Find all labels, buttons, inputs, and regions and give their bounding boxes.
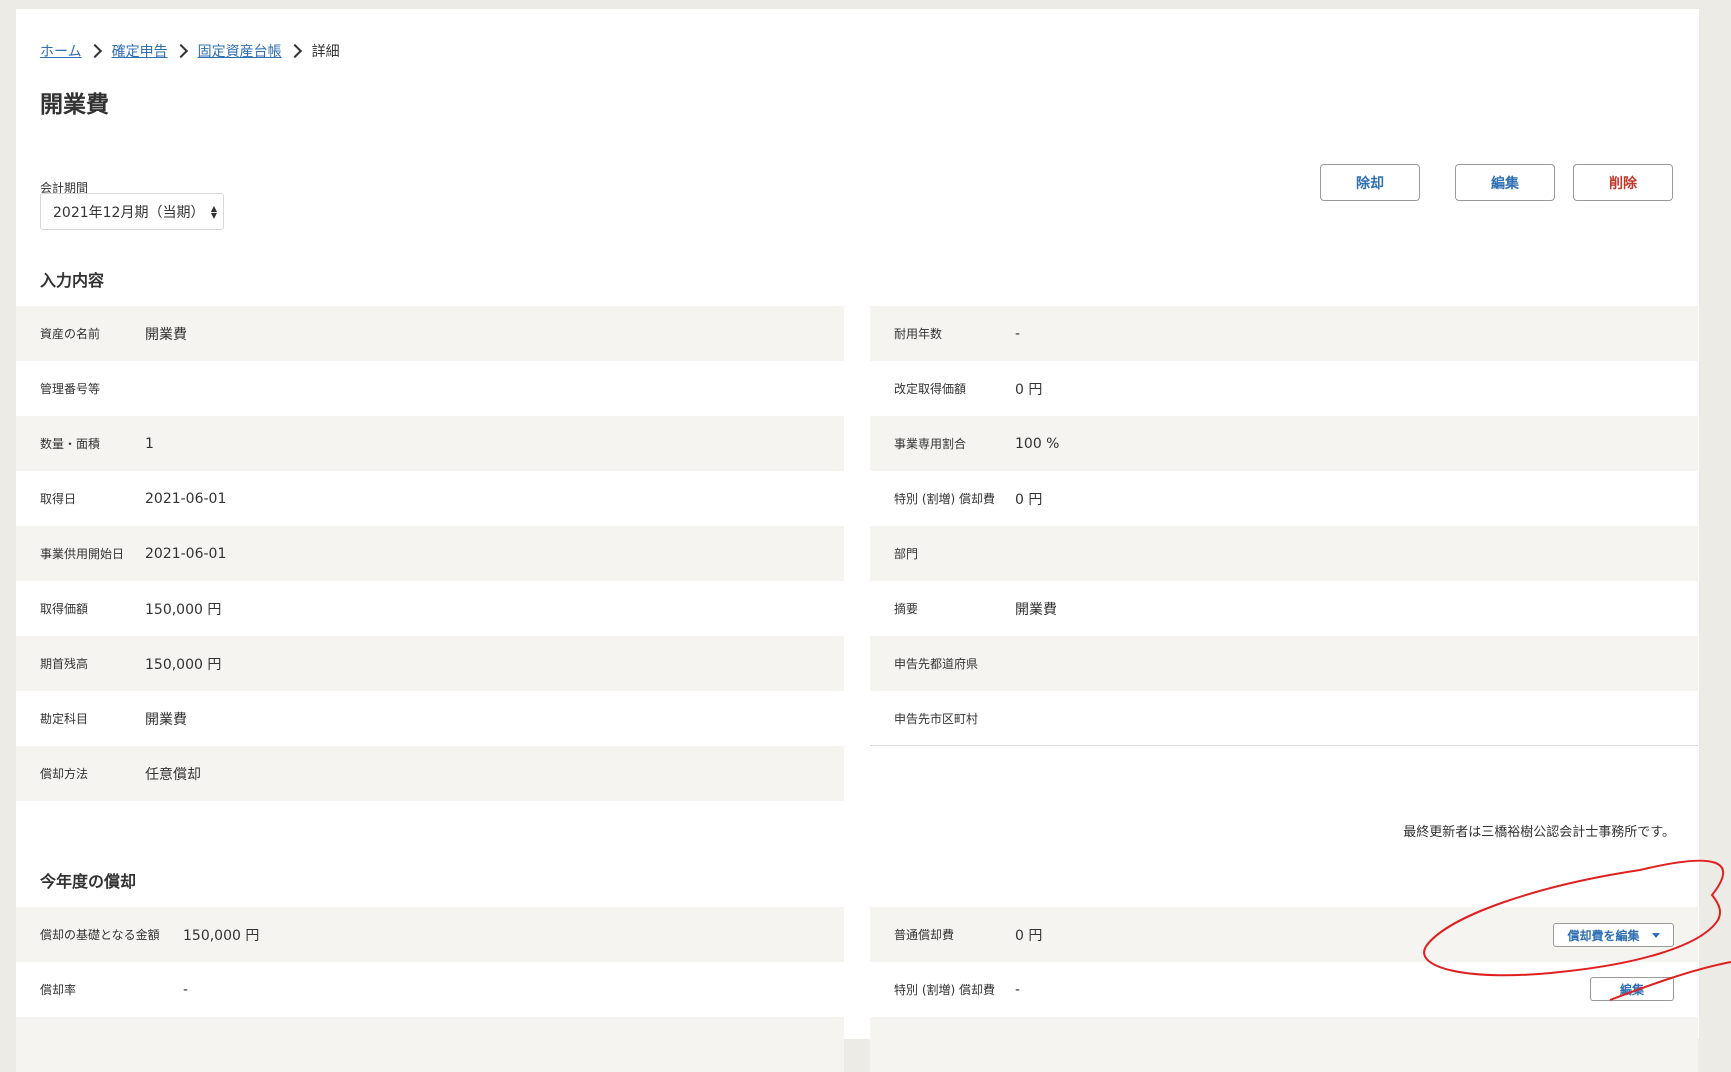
table-row: 摘要 開業費 [870,581,1698,636]
row-value: - [183,981,189,998]
row-label: 申告先市区町村 [894,711,979,726]
row-label: 摘要 [894,602,919,616]
chevron-right-icon [87,43,102,59]
row-label: 取得日 [40,492,77,506]
row-label: 部門 [894,547,919,561]
row-label: 特別 (割増) 償却費 [894,983,995,997]
table-row: 資産の名前 開業費 [16,306,844,361]
depreciation-left-table: 償却の基礎となる金額 150,000 円 償却率 - [16,907,844,1072]
table-row: 償却率 - [16,962,844,1017]
row-value: 100 % [1015,435,1060,452]
row-value: 0 円 [1015,381,1043,398]
select-arrows-icon: ▲ ▼ [210,204,217,220]
breadcrumb-tax-return-link[interactable]: 確定申告 [112,41,168,61]
row-label: 耐用年数 [894,327,943,341]
row-label: 資産の名前 [40,327,101,341]
row-label: 管理番号等 [40,382,101,396]
table-row: 耐用年数 - [870,306,1698,361]
row-value: 1 [145,435,154,452]
row-value: - [1015,981,1021,998]
row-value: 150,000 円 [145,601,222,618]
table-row: 数量・面積 1 [16,416,844,471]
row-value: 開業費 [145,326,187,343]
table-row: 部門 [870,526,1698,581]
input-right-table: 耐用年数 - 改定取得価額 0 円 事業専用割合 100 % 特別 (割増) 償却費 0… [870,306,1698,746]
table-row: 償却方法 任意償却 [16,746,844,801]
row-label: 改定取得価額 [894,382,967,396]
row-value: 開業費 [1015,601,1057,618]
row-label: 事業専用割合 [894,437,967,451]
row-label: 事業供用開始日 [40,547,125,561]
row-label: 特別 (割増) 償却費 [894,492,995,506]
last-updated-note: 最終更新者は三橋裕樹公認会計士事務所です。 [1403,825,1675,840]
table-row: 償却の基礎となる金額 150,000 円 [16,907,844,962]
table-row: 事業供用開始日 2021-06-01 [16,526,844,581]
table-row: 特別 (割増) 償却費 - [870,962,1698,1017]
row-value: 2021-06-01 [145,490,227,507]
breadcrumb-fixed-assets-link[interactable]: 固定資産台帳 [198,41,282,61]
depreciation-section-title: 今年度の償却 [40,872,137,891]
edit-button[interactable]: 編集 [1455,164,1555,201]
row-value: - [1015,325,1021,342]
breadcrumb-home-link[interactable]: ホーム [40,41,82,61]
table-row: 申告先都道府県 [870,636,1698,691]
period-select-value: 2021年12月期（当期） [53,204,205,221]
page-title: 開業費 [40,92,109,118]
main-card: ホーム 確定申告 固定資産台帳 詳細 開業費 会計期間 2021年12月期（当期… [16,9,1699,1072]
breadcrumb-current: 詳細 [311,44,340,60]
table-row: 勘定科目 開業費 [16,691,844,746]
table-row: 申告先市区町村 [870,691,1698,746]
dispose-button[interactable]: 除却 [1320,164,1420,201]
table-row: 事業専用割合 100 % [870,416,1698,471]
row-label: 取得価額 [40,602,89,616]
table-row: 期首残高 150,000 円 [16,636,844,691]
table-row: 取得日 2021-06-01 [16,471,844,526]
row-value: 0 円 [1015,491,1043,508]
table-row: 管理番号等 [16,361,844,416]
row-label: 償却率 [40,983,77,997]
caret-down-icon [1651,932,1660,938]
chevron-right-icon [173,43,188,59]
row-label: 申告先都道府県 [894,657,979,671]
edit-special-depreciation-button[interactable]: 編集 [1590,977,1674,1001]
table-row: 特別 (割増) 償却費 0 円 [870,471,1698,526]
row-label: 数量・面積 [40,437,101,451]
delete-button[interactable]: 削除 [1573,164,1673,201]
row-value: 開業費 [145,711,187,728]
row-label: 期首残高 [40,657,89,671]
edit-depreciation-label: 償却費を編集 [1567,928,1640,943]
row-label: 償却の基礎となる金額 [40,928,160,942]
row-value: 150,000 円 [145,656,222,673]
row-value: 0 円 [1015,927,1043,944]
breadcrumb: ホーム 確定申告 固定資産台帳 詳細 [40,41,340,61]
row-label: 普通償却費 [894,928,955,942]
row-label: 償却方法 [40,767,89,781]
period-select[interactable]: 2021年12月期（当期） ▲ ▼ [40,193,224,230]
table-row: 改定取得価額 0 円 [870,361,1698,416]
chevron-right-icon [287,43,302,59]
row-value: 2021-06-01 [145,545,227,562]
table-row [16,1017,844,1072]
table-row: 取得価額 150,000 円 [16,581,844,636]
row-value: 任意償却 [145,766,201,783]
row-label: 勘定科目 [40,712,89,726]
input-left-table: 資産の名前 開業費 管理番号等 数量・面積 1 取得日 2021-06-01 事業供用… [16,306,844,801]
table-row [870,1017,1698,1072]
edit-depreciation-dropdown-button[interactable]: 償却費を編集 [1553,923,1674,947]
input-section-title: 入力内容 [40,271,105,290]
row-value: 150,000 円 [183,927,260,944]
